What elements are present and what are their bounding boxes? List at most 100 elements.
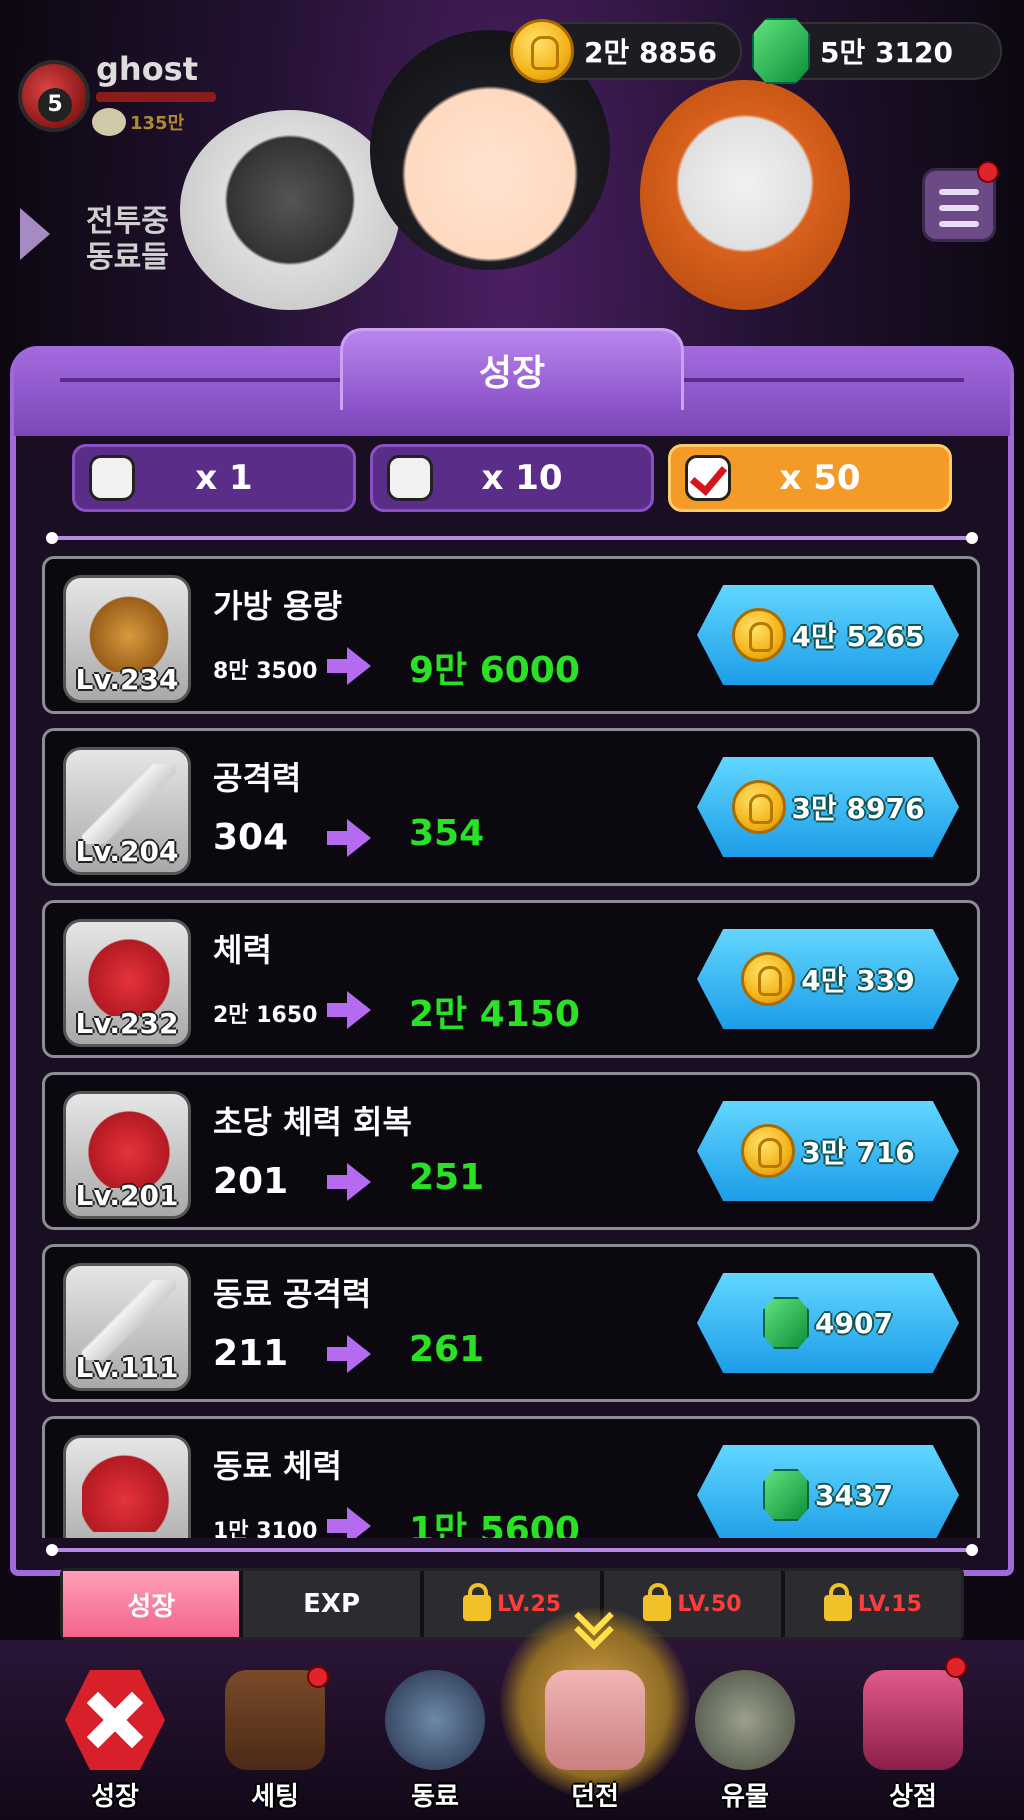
upgrade-buy-button[interactable]: 3만 8976 [697, 757, 959, 857]
next-value: 9만 6000 [409, 650, 580, 691]
book-icon [225, 1666, 329, 1770]
current-value: 304 [213, 817, 289, 858]
upgrade-row: Lv.204 공격력 304 354 3만 8976 [42, 728, 980, 886]
tab-label: EXP [303, 1589, 361, 1619]
upgrade-icon-box: Lv.232 [63, 919, 191, 1047]
header-line-left [60, 378, 340, 382]
upgrade-cost: 4만 339 [801, 964, 915, 997]
gem-icon [763, 1469, 810, 1521]
arrow-right-icon [327, 1163, 373, 1201]
upgrade-level: Lv.204 [75, 835, 179, 868]
current-value: 211 [213, 1333, 289, 1374]
checked-checkbox-icon [685, 455, 731, 501]
multiplier-x50-button[interactable]: x 50 [668, 444, 952, 512]
multiplier-x1-button[interactable]: x 1 [72, 444, 356, 512]
nav-relics[interactable]: 유물 [680, 1670, 810, 1820]
upgrade-buy-button[interactable]: 4만 5265 [697, 585, 959, 685]
nav-settings[interactable]: 세팅 [210, 1666, 340, 1820]
arrow-right-icon [327, 819, 373, 857]
menu-line [939, 189, 979, 195]
next-value: 261 [409, 1329, 485, 1370]
multiplier-label: x 1 [195, 458, 253, 498]
multiplier-label: x 50 [779, 458, 861, 498]
menu-line [939, 205, 979, 211]
upgrade-name: 공격력 [213, 759, 302, 797]
upgrade-icon-box: Lv.111 [63, 1263, 191, 1391]
header-line-right [684, 378, 964, 382]
multiplier-x10-button[interactable]: x 10 [370, 444, 654, 512]
current-value: 1만 3100 [213, 1519, 318, 1538]
sword-icon [82, 764, 176, 844]
gem-icon [752, 18, 810, 84]
arrow-right-icon [327, 1507, 373, 1538]
upgrade-name: 초당 체력 회복 [213, 1103, 412, 1141]
upgrade-buy-button[interactable]: 3만 716 [697, 1101, 959, 1201]
upgrade-cost: 4만 5265 [791, 620, 925, 653]
nav-shop[interactable]: 상점 [848, 1656, 978, 1820]
nav-label: 던전 [571, 1782, 619, 1812]
upgrade-icon-box [63, 1435, 191, 1538]
divider-dot [46, 1544, 58, 1556]
divider [52, 1548, 972, 1552]
gold-counter[interactable]: 2만 8856 [510, 19, 742, 83]
coin-icon [741, 952, 796, 1006]
nav-companions[interactable]: 동료 [370, 1670, 500, 1820]
upgrade-name: 동료 공격력 [213, 1275, 372, 1313]
arrow-right-icon [327, 1335, 373, 1373]
nav-label: 상점 [889, 1782, 937, 1812]
upgrade-buy-button[interactable]: 4만 339 [697, 929, 959, 1029]
upgrade-level: Lv.232 [75, 1007, 179, 1040]
upgrade-list[interactable]: Lv.234 가방 용량 8만 3500 9만 6000 4만 5265 Lv.… [42, 556, 980, 1538]
unlock-level: LV.25 [496, 1591, 562, 1617]
divider [52, 536, 972, 540]
nav-dungeon[interactable]: 던전 [530, 1670, 660, 1820]
unlock-level: LV.50 [677, 1591, 742, 1617]
upgrade-buy-button[interactable]: 3437 [697, 1445, 959, 1538]
upgrade-icon-box: Lv.234 [63, 575, 191, 703]
gem-counter[interactable]: 5만 3120 [752, 18, 1002, 84]
coin-icon [731, 608, 786, 662]
divider-dot [966, 532, 978, 544]
upgrade-row: Lv.111 동료 공격력 211 261 4907 [42, 1244, 980, 1402]
skull-icon [92, 108, 126, 136]
tab-growth[interactable]: 성장 [63, 1571, 240, 1637]
gem-value: 5만 3120 [820, 36, 953, 69]
upgrade-level: Lv.111 [75, 1351, 179, 1384]
coin-icon [741, 1124, 796, 1178]
double-chevron-down-icon[interactable] [570, 1606, 620, 1642]
backpack-icon [82, 592, 176, 672]
ghost-sword-icon [82, 1280, 176, 1360]
expand-arrow-icon[interactable] [20, 208, 50, 260]
checkbox-icon [387, 455, 433, 501]
lock-icon [643, 1583, 672, 1621]
menu-button[interactable] [922, 161, 999, 242]
current-value: 8만 3500 [213, 659, 318, 684]
current-value: 201 [213, 1161, 289, 1202]
nav-label: 동료 [411, 1782, 459, 1812]
next-value: 2만 4150 [409, 994, 580, 1035]
upgrade-cost: 3437 [815, 1478, 893, 1512]
panel-title: 성장 [478, 353, 546, 394]
tab-treasure-locked[interactable]: LV.15 [784, 1571, 962, 1637]
upgrade-row: Lv.234 가방 용량 8만 3500 9만 6000 4만 5265 [42, 556, 980, 714]
coin-icon [510, 19, 574, 83]
upgrade-cost: 4907 [815, 1306, 893, 1340]
upgrade-level: Lv.234 [75, 663, 179, 696]
upgrade-name: 가방 용량 [213, 587, 342, 625]
divider-dot [966, 1544, 978, 1556]
growth-tabs: 성장 EXP LV.25 LV.50 LV.15 [60, 1568, 964, 1640]
lock-icon [462, 1583, 491, 1621]
next-value: 1만 5600 [409, 1510, 580, 1538]
multiplier-label: x 10 [481, 458, 563, 498]
nav-label: 성장 [91, 1782, 139, 1812]
upgrade-buy-button[interactable]: 4907 [697, 1273, 959, 1373]
upgrade-row: Lv.232 체력 2만 1650 2만 4150 4만 339 [42, 900, 980, 1058]
nav-growth[interactable]: 성장 [50, 1670, 180, 1820]
next-value: 354 [409, 813, 485, 854]
upgrade-name: 체력 [213, 931, 272, 969]
nav-label: 유물 [721, 1782, 769, 1812]
tab-exp[interactable]: EXP [243, 1571, 420, 1637]
divider-dot [46, 532, 58, 544]
companions-icon [385, 1670, 485, 1770]
menu-line [939, 221, 979, 227]
